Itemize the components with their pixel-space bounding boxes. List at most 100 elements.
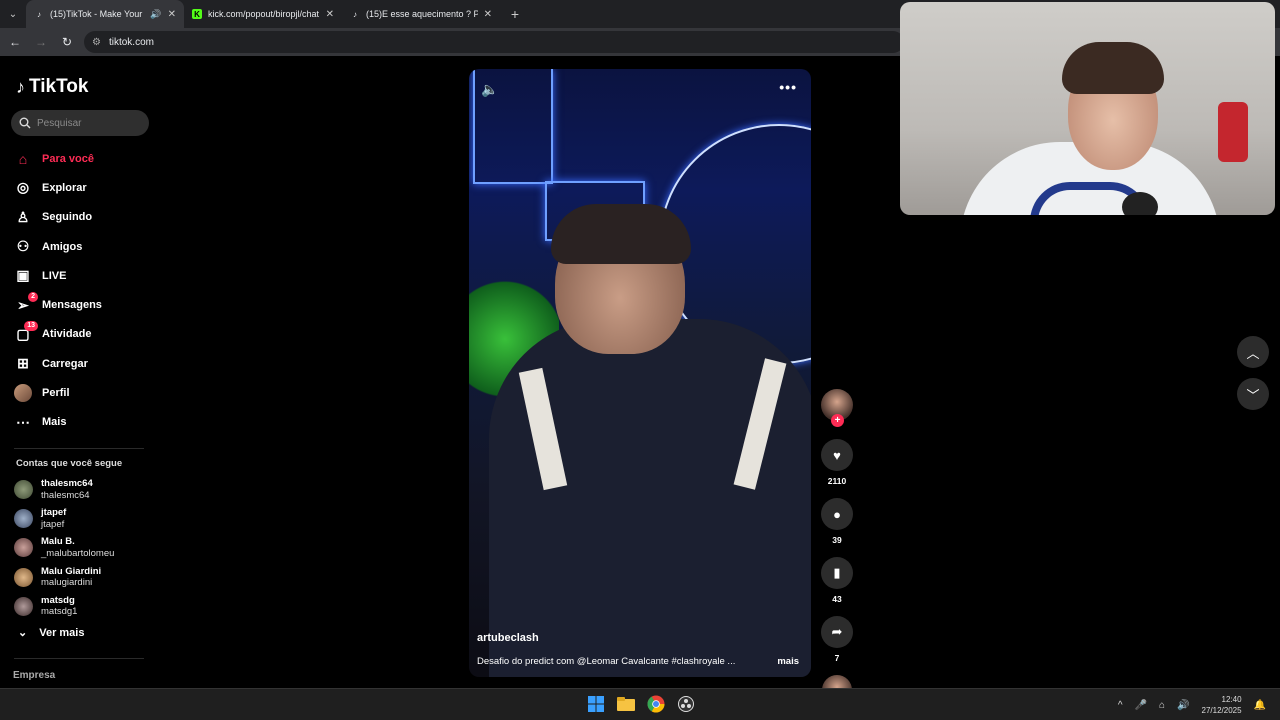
url-text: tiktok.com <box>108 36 154 48</box>
following-item[interactable]: jtapef jtapef <box>14 504 154 533</box>
avatar <box>14 567 33 587</box>
new-tab-button[interactable]: + <box>504 3 526 25</box>
account-handle: jtapef <box>41 518 65 530</box>
close-tab-icon[interactable]: ✕ <box>168 9 176 20</box>
previous-video-button[interactable]: ︿ <box>1237 336 1269 368</box>
following-header: Contas que você segue <box>16 458 123 469</box>
description-more-button[interactable]: mais <box>777 656 799 667</box>
file-explorer-icon[interactable] <box>616 694 636 714</box>
microphone-icon[interactable]: 🎤 <box>1135 700 1147 711</box>
creator-avatar[interactable]: + <box>821 389 853 427</box>
volume-icon[interactable]: 🔊 <box>1177 700 1189 711</box>
account-name: Malu Giardini <box>41 565 102 577</box>
see-more-button[interactable]: ⌄ Ver mais <box>18 626 84 640</box>
save-count: 43 <box>832 594 842 604</box>
share-count: 7 <box>834 653 840 663</box>
url-input[interactable]: ⚙ tiktok.com <box>84 31 904 53</box>
network-icon[interactable]: ⌂ <box>1159 700 1165 711</box>
nav-item-live[interactable]: ▣ LIVE <box>14 261 154 290</box>
chevron-down-icon: ⌄ <box>18 627 28 639</box>
account-handle: matsdg1 <box>41 606 78 618</box>
nav-label: Atividade <box>42 328 92 341</box>
nav-item-para-voce[interactable]: ⌂ Para você <box>14 144 154 173</box>
comment-button[interactable]: ● <box>821 498 853 530</box>
save-button[interactable]: ▮ <box>821 557 853 589</box>
share-button[interactable]: ➦ <box>821 616 853 648</box>
search-input[interactable]: Pesquisar <box>11 110 149 136</box>
nav-item-amigos[interactable]: ⚇ Amigos <box>14 232 154 261</box>
tiktok-favicon-icon: ♪ <box>37 9 41 19</box>
following-list: thalesmc64 thalesmc64 jtapef jtapef Malu B… <box>14 475 154 621</box>
nav-label: Amigos <box>42 240 83 253</box>
activity-icon: ▢ 13 <box>14 321 38 343</box>
video-author[interactable]: artubeclash <box>477 632 539 644</box>
profile-avatar <box>14 384 32 403</box>
speaker-icon[interactable]: 🔊 <box>150 9 161 20</box>
footer-company-link[interactable]: Empresa <box>13 670 55 681</box>
forward-arrow-icon[interactable]: → <box>32 33 50 51</box>
following-item[interactable]: Malu B. _malubartolomeu <box>14 533 154 562</box>
search-placeholder: Pesquisar <box>37 117 82 129</box>
messages-badge: 2 <box>28 292 38 303</box>
back-arrow-icon[interactable]: ← <box>6 33 24 51</box>
nav-item-seguindo[interactable]: ♙ Seguindo <box>14 203 154 232</box>
like-button[interactable]: ♥ <box>821 439 853 471</box>
video-player[interactable]: 🔈 ••• artubeclash Desafio do predict com… <box>469 69 811 677</box>
system-tray: ^ 🎤 ⌂ 🔊 12:40 27/12/2025 🔔 <box>1118 689 1266 720</box>
following-item[interactable]: thalesmc64 thalesmc64 <box>14 475 154 504</box>
notifications-icon[interactable]: 🔔 <box>1254 700 1266 711</box>
tiktok-logo[interactable]: ♪ TikTok <box>16 76 88 98</box>
following-item[interactable]: Malu Giardini malugiardini <box>14 563 154 592</box>
avatar <box>14 538 33 558</box>
tab-kick[interactable]: K kick.com/popout/biropjl/chat ✕ <box>184 0 342 28</box>
person-hair <box>551 204 691 264</box>
obs-icon[interactable] <box>676 694 696 714</box>
avatar <box>14 480 33 500</box>
volume-icon[interactable]: 🔈 <box>481 81 498 98</box>
nav-label: Para você <box>42 152 94 165</box>
more-options-icon[interactable]: ••• <box>779 79 797 95</box>
comment-count: 39 <box>832 535 842 545</box>
site-info-icon[interactable]: ⚙ <box>92 37 101 48</box>
nav-item-mensagens[interactable]: ➢ 2 Mensagens <box>14 290 154 319</box>
tab-search-chevron-icon[interactable]: ⌄ <box>0 0 26 28</box>
nav-label: Seguindo <box>42 211 93 224</box>
follow-plus-icon[interactable]: + <box>831 414 844 427</box>
nav-item-mais[interactable]: ⋯ Mais <box>14 408 154 437</box>
share-icon: ➦ <box>831 624 843 639</box>
nav-item-perfil[interactable]: Perfil <box>14 378 154 407</box>
webcam-overlay <box>900 2 1275 215</box>
windows-start-icon[interactable] <box>586 694 606 714</box>
tab-tiktok-2[interactable]: ♪ (15)E esse aquecimento ? Pega ✕ <box>342 0 500 28</box>
divider <box>14 448 144 449</box>
home-icon: ⌂ <box>18 150 28 167</box>
clock[interactable]: 12:40 27/12/2025 <box>1202 694 1242 716</box>
tab-tiktok[interactable]: ♪ (15)TikTok - Make Your Day 🔊 ✕ <box>26 0 184 28</box>
taskbar: ^ 🎤 ⌂ 🔊 12:40 27/12/2025 🔔 <box>0 688 1280 720</box>
compass-icon: ◎ <box>16 179 30 196</box>
following-item[interactable]: matsdg matsdg1 <box>14 592 154 621</box>
account-name: matsdg <box>41 594 75 606</box>
close-tab-icon[interactable]: ✕ <box>326 9 334 20</box>
nav-label: LIVE <box>42 269 67 282</box>
taskbar-apps <box>586 694 696 714</box>
like-count: 2110 <box>827 476 847 486</box>
tiktok-favicon-icon: ♪ <box>353 9 357 19</box>
sidebar: ♪ TikTok Pesquisar ⌂ Para você ◎ Explora… <box>0 58 160 688</box>
account-name: Malu B. <box>41 536 75 548</box>
nav-item-atividade[interactable]: ▢ 13 Atividade <box>14 320 154 349</box>
tray-overflow-icon[interactable]: ^ <box>1118 700 1123 711</box>
nav-item-carregar[interactable]: ⊞ Carregar <box>14 349 154 378</box>
next-video-button[interactable]: ﹀ <box>1237 378 1269 410</box>
divider <box>14 658 144 659</box>
nav-label: Carregar <box>42 357 88 370</box>
bookmark-icon: ▮ <box>833 565 841 580</box>
chrome-icon[interactable] <box>646 694 666 714</box>
close-tab-icon[interactable]: ✕ <box>484 9 492 20</box>
reload-icon[interactable]: ↻ <box>58 33 76 51</box>
nav-list: ⌂ Para você ◎ Explorar ♙ Seguindo ⚇ Amig… <box>14 144 154 437</box>
live-icon: ▣ <box>16 267 30 284</box>
nav-label: Mensagens <box>42 299 102 312</box>
nav-item-explorar[interactable]: ◎ Explorar <box>14 173 154 202</box>
tab-title: (15)E esse aquecimento ? Pega <box>366 9 478 19</box>
